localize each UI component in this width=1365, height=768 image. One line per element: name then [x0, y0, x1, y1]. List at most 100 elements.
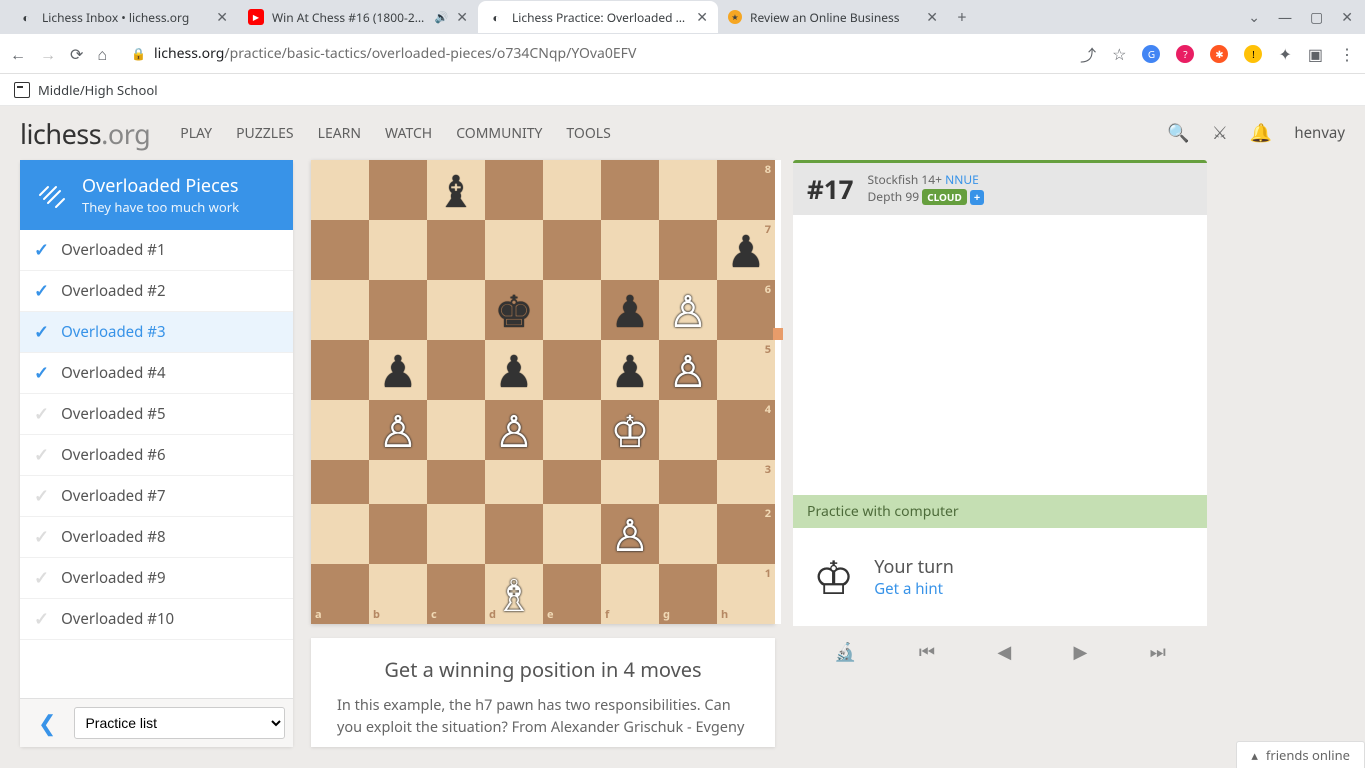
first-move-icon[interactable]: ⏮	[919, 640, 935, 664]
square-g3[interactable]	[659, 460, 717, 504]
puzzle-item[interactable]: ✓Overloaded #9	[20, 558, 293, 599]
plus-icon[interactable]: +	[970, 190, 984, 205]
square-d8[interactable]	[485, 160, 543, 220]
square-b2[interactable]	[369, 504, 427, 564]
puzzle-item[interactable]: ✓Overloaded #4	[20, 353, 293, 394]
piece[interactable]: ♙	[668, 340, 707, 400]
square-f1[interactable]: f	[601, 564, 659, 624]
puzzle-item[interactable]: ✓Overloaded #8	[20, 517, 293, 558]
challenge-icon[interactable]: ⚔	[1212, 121, 1228, 145]
square-d4[interactable]: ♙	[485, 400, 543, 460]
square-h8[interactable]: 8	[717, 160, 775, 220]
bell-icon[interactable]: 🔔	[1250, 121, 1272, 145]
square-b6[interactable]	[369, 280, 427, 340]
nav-community[interactable]: COMMUNITY	[456, 124, 542, 143]
extension-icon[interactable]: ✱	[1210, 45, 1228, 63]
search-icon[interactable]: 🔍	[1167, 121, 1189, 145]
square-g1[interactable]: g	[659, 564, 717, 624]
nav-watch[interactable]: WATCH	[385, 124, 432, 143]
square-e5[interactable]	[543, 340, 601, 400]
square-c6[interactable]	[427, 280, 485, 340]
puzzle-item[interactable]: ✓Overloaded #5	[20, 394, 293, 435]
square-f4[interactable]: ♔	[601, 400, 659, 460]
square-f6[interactable]: ♟	[601, 280, 659, 340]
square-e8[interactable]	[543, 160, 601, 220]
square-d5[interactable]: ♟	[485, 340, 543, 400]
square-a5[interactable]	[311, 340, 369, 400]
menu-icon[interactable]: ⋮	[1339, 43, 1355, 65]
site-logo[interactable]: lichess.org	[20, 115, 150, 152]
square-h4[interactable]: 4	[717, 400, 775, 460]
piece[interactable]: ♟	[610, 340, 649, 400]
piece[interactable]: ♟	[610, 280, 649, 340]
square-b5[interactable]: ♟	[369, 340, 427, 400]
square-a8[interactable]	[311, 160, 369, 220]
square-g6[interactable]: ♙	[659, 280, 717, 340]
piece[interactable]: ♙	[610, 504, 649, 564]
browser-tab[interactable]: ★ Review an Online Business ✕	[718, 1, 948, 33]
square-b3[interactable]	[369, 460, 427, 504]
square-a2[interactable]	[311, 504, 369, 564]
star-icon[interactable]: ☆	[1112, 43, 1126, 65]
square-f7[interactable]	[601, 220, 659, 280]
minimize-icon[interactable]: —	[1278, 8, 1292, 27]
next-move-icon[interactable]: ▶	[1074, 640, 1088, 664]
nav-play[interactable]: PLAY	[180, 124, 212, 143]
friends-bar[interactable]: ▴ friends online	[1236, 741, 1365, 768]
nav-learn[interactable]: LEARN	[318, 124, 361, 143]
puzzle-item[interactable]: ✓Overloaded #3	[20, 312, 293, 353]
square-h5[interactable]: 5	[717, 340, 775, 400]
browser-tab[interactable]: ◐ Lichess Inbox • lichess.org ✕	[8, 1, 238, 33]
maximize-icon[interactable]: ▢	[1310, 8, 1323, 27]
square-b4[interactable]: ♙	[369, 400, 427, 460]
practice-select[interactable]: Practice list	[74, 707, 285, 739]
square-b8[interactable]	[369, 160, 427, 220]
piece[interactable]: ♔	[610, 400, 649, 460]
prev-move-icon[interactable]: ◀	[997, 640, 1011, 664]
square-d1[interactable]: ♗d	[485, 564, 543, 624]
square-e2[interactable]	[543, 504, 601, 564]
piece[interactable]: ♙	[378, 400, 417, 460]
chevron-down-icon[interactable]: ⌄	[1248, 8, 1260, 27]
tab-close-icon[interactable]: ✕	[456, 8, 468, 27]
square-f3[interactable]	[601, 460, 659, 504]
square-g4[interactable]	[659, 400, 717, 460]
microscope-icon[interactable]: 🔬	[834, 640, 856, 664]
tab-close-icon[interactable]: ✕	[926, 8, 938, 27]
square-h3[interactable]: 3	[717, 460, 775, 504]
square-e1[interactable]: e	[543, 564, 601, 624]
square-g7[interactable]	[659, 220, 717, 280]
square-h2[interactable]: 2	[717, 504, 775, 564]
square-f2[interactable]: ♙	[601, 504, 659, 564]
nav-puzzles[interactable]: PUZZLES	[236, 124, 294, 143]
square-g2[interactable]	[659, 504, 717, 564]
square-d7[interactable]	[485, 220, 543, 280]
square-b1[interactable]: b	[369, 564, 427, 624]
piece[interactable]: ♙	[494, 400, 533, 460]
share-icon[interactable]: ⤴	[1080, 42, 1096, 66]
nav-tools[interactable]: TOOLS	[566, 124, 610, 143]
square-a6[interactable]	[311, 280, 369, 340]
audio-icon[interactable]: 🔊	[435, 10, 449, 25]
extension-icon[interactable]: G	[1142, 45, 1160, 63]
puzzle-item[interactable]: ✓Overloaded #1	[20, 230, 293, 271]
user-menu[interactable]: henvay	[1294, 123, 1345, 143]
square-b7[interactable]	[369, 220, 427, 280]
square-c8[interactable]: ♝	[427, 160, 485, 220]
chess-board[interactable]: ♝8♟7♚♟♙6♟♟♟♙5♙♙♔43♙2abc♗defg1h	[311, 160, 775, 624]
square-h7[interactable]: ♟7	[717, 220, 775, 280]
sidepanel-icon[interactable]: ▣	[1308, 43, 1323, 65]
tab-close-icon[interactable]: ✕	[216, 8, 228, 27]
square-a4[interactable]	[311, 400, 369, 460]
square-c2[interactable]	[427, 504, 485, 564]
square-a7[interactable]	[311, 220, 369, 280]
browser-tab[interactable]: ▶ Win At Chess #16 (1800-250 🔊 ✕	[238, 1, 478, 33]
square-e6[interactable]	[543, 280, 601, 340]
piece[interactable]: ♟	[726, 220, 765, 280]
puzzle-item[interactable]: ✓Overloaded #2	[20, 271, 293, 312]
new-tab-button[interactable]: +	[948, 6, 976, 28]
extension-icon[interactable]: !	[1244, 45, 1262, 63]
square-d3[interactable]	[485, 460, 543, 504]
square-d6[interactable]: ♚	[485, 280, 543, 340]
back-icon[interactable]: ←	[10, 43, 26, 65]
